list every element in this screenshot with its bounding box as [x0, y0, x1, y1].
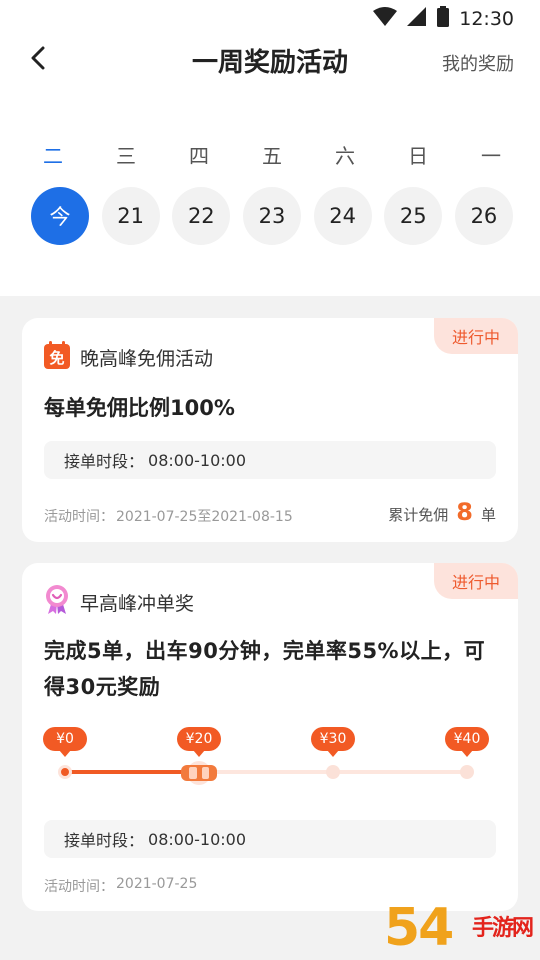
wifi-icon: [373, 6, 398, 31]
weekday-label: 四: [189, 144, 209, 168]
site-watermark-logo: 54 手游网: [384, 900, 534, 956]
weekday-label: 六: [335, 144, 355, 168]
nav-header: 一周奖励活动 我的奖励: [0, 36, 540, 86]
activity-name: 晚高峰免佣活动: [80, 347, 214, 370]
milestone-label: ¥40: [445, 727, 489, 757]
date-item[interactable]: 26: [454, 187, 513, 245]
medal-icon: [44, 585, 70, 619]
date-row: 今 21 22 23 24 25 26: [31, 187, 513, 245]
weekday-label: 五: [262, 144, 282, 168]
date-item[interactable]: 22: [172, 187, 231, 245]
stat-label: 累计免佣: [388, 506, 449, 524]
activity-description: 完成5单，出车90分钟，完单率55%以上，可得30元奖励: [44, 639, 486, 699]
milestone-dot: [58, 765, 72, 779]
weekday-label: 三: [116, 144, 136, 168]
status-time: 12:30: [459, 7, 514, 30]
order-period: 接单时段： 08:00-10:00: [44, 441, 496, 479]
stat-value: 8: [456, 498, 473, 526]
activity-time: 活动时间： 2021-07-25至2021-08-15: [44, 506, 293, 526]
activity-card-evening[interactable]: 进行中 免 晚高峰免佣活动 每单免佣比例100% 接单时段： 08:00-10:…: [22, 318, 518, 542]
chevron-left-icon: [30, 46, 46, 74]
date-today[interactable]: 今: [31, 187, 89, 245]
period-value: 08:00-10:00: [148, 450, 247, 470]
time-label: 活动时间：: [44, 509, 114, 525]
milestone-dot: [326, 765, 340, 779]
time-value: 2021-07-25: [116, 876, 198, 892]
reward-progress: ¥0 ¥20 ¥30 ¥40: [22, 723, 518, 803]
period-label: 接单时段：: [64, 452, 145, 471]
weekday-row: 二 三 四 五 六 日 一: [24, 140, 520, 168]
watermark-digits: 54: [384, 898, 454, 958]
period-label: 接单时段：: [64, 831, 145, 850]
activity-name: 早高峰冲单奖: [80, 592, 195, 615]
date-item[interactable]: 25: [384, 187, 443, 245]
top-panel: 12:30 一周奖励活动 我的奖励 二 三 四 五 六 日 一 今 21 22 …: [0, 0, 540, 296]
milestone-label: ¥30: [311, 727, 355, 757]
signal-icon: [407, 6, 427, 31]
date-item[interactable]: 23: [242, 187, 301, 245]
status-bar: 12:30: [0, 0, 540, 36]
milestone-dot: [460, 765, 474, 779]
card-header: 早高峰冲单奖: [44, 585, 195, 619]
milestone-label: ¥0: [43, 727, 87, 757]
car-icon: [175, 761, 223, 785]
status-badge: 进行中: [434, 318, 518, 354]
status-icons: 12:30: [373, 6, 514, 31]
weekday-label: 一: [481, 144, 501, 168]
back-button[interactable]: [22, 44, 54, 76]
activity-description: 每单免佣比例100%: [44, 396, 235, 420]
time-label: 活动时间：: [44, 879, 114, 895]
free-commission-icon: 免: [44, 341, 70, 373]
watermark-text: 手游网: [472, 916, 534, 941]
card-header: 免 晚高峰免佣活动: [44, 341, 214, 373]
activity-card-morning[interactable]: 进行中 早高峰冲单奖 完成5单，出车90分钟，完单率55%以上，可得30元奖励 …: [22, 563, 518, 911]
period-value: 08:00-10:00: [148, 829, 247, 849]
battery-icon: [437, 6, 450, 31]
svg-text:免: 免: [49, 349, 64, 367]
time-value: 2021-07-25至2021-08-15: [116, 509, 293, 525]
weekday-label: 日: [408, 144, 428, 168]
status-badge: 进行中: [434, 563, 518, 599]
date-item[interactable]: 21: [101, 187, 160, 245]
weekday-label: 二: [43, 144, 63, 168]
progress-track: [65, 770, 467, 774]
my-rewards-link[interactable]: 我的奖励: [442, 50, 514, 76]
cumulative-stat: 累计免佣 8 单: [388, 498, 496, 526]
milestone-label: ¥20: [177, 727, 221, 757]
stat-unit: 单: [480, 506, 496, 524]
activity-time: 活动时间： 2021-07-25: [44, 876, 197, 896]
order-period: 接单时段： 08:00-10:00: [44, 820, 496, 858]
date-item[interactable]: 24: [313, 187, 372, 245]
